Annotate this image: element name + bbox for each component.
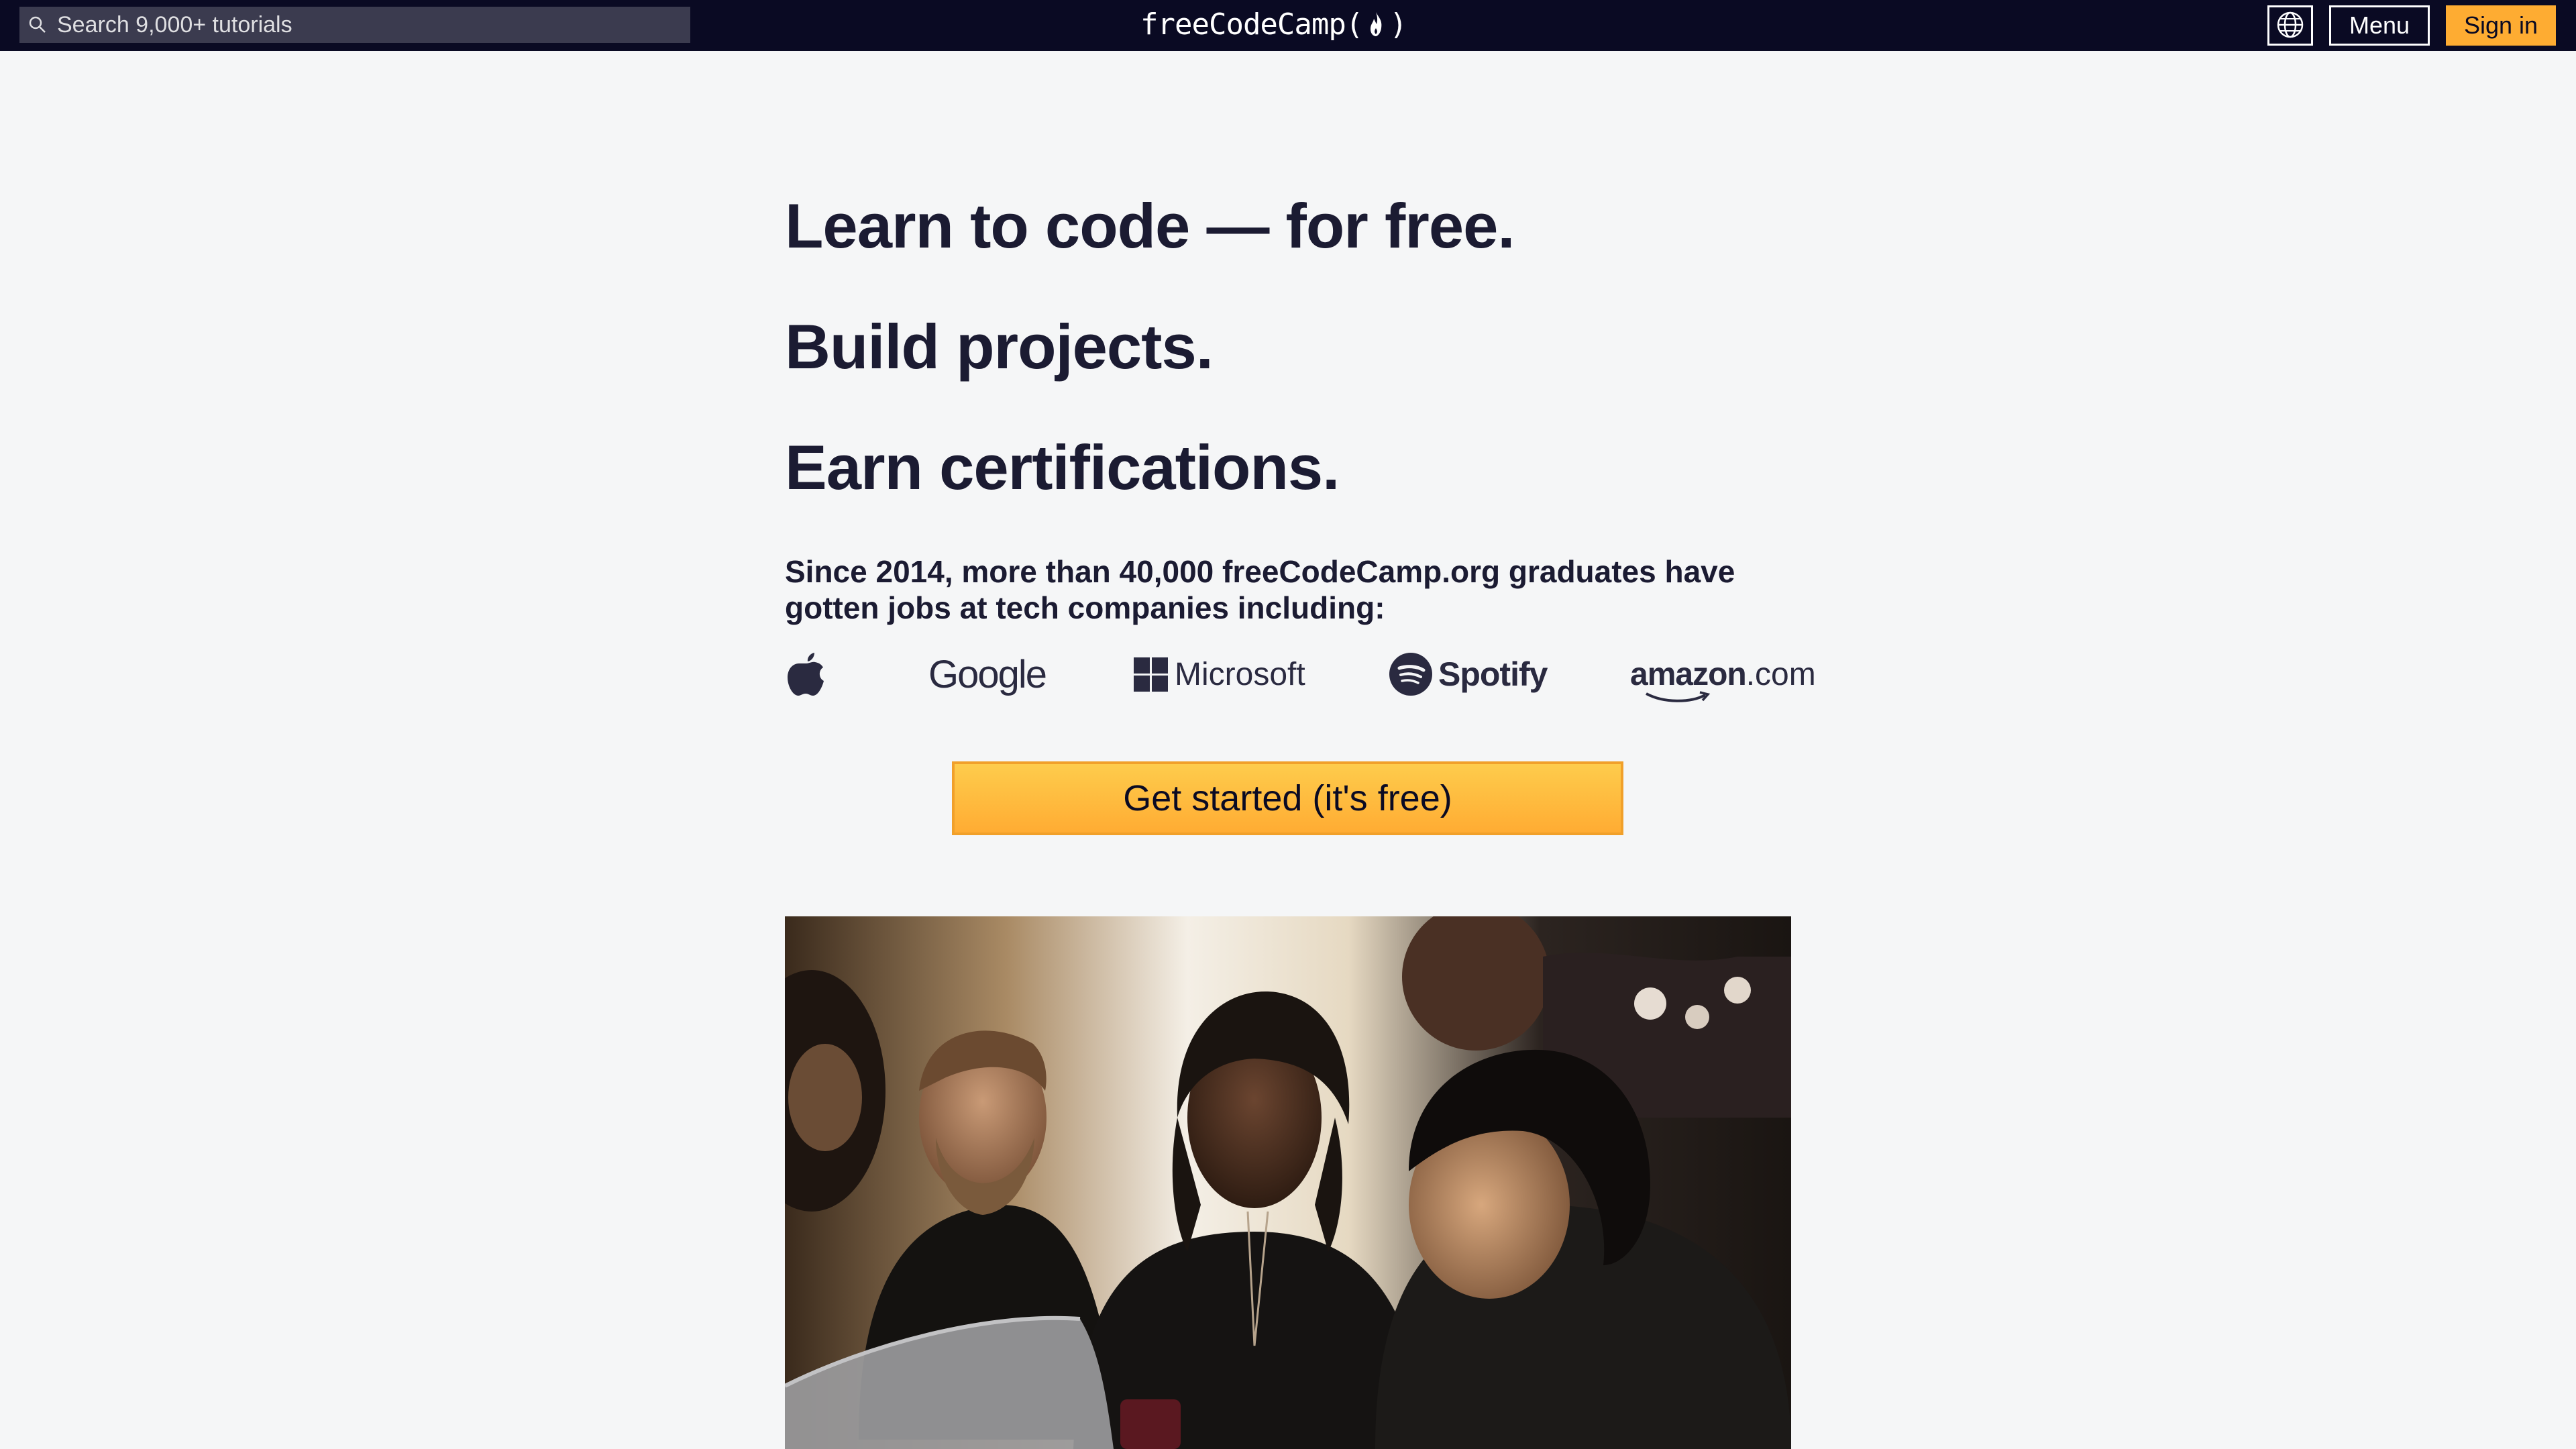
logo-text-suffix: ) [1389,7,1407,42]
microsoft-wordmark: Microsoft [1175,656,1305,692]
hero-heading-build: Build projects. [785,311,1214,382]
spotify-logo: Spotify [1389,647,1548,701]
spotify-icon [1389,653,1432,696]
apple-logo [785,647,832,701]
menu-button[interactable]: Menu [2329,5,2430,46]
freecodecamp-logo[interactable]: freeCodeCamp( ) [1140,4,1407,44]
search-input[interactable] [57,11,661,38]
microsoft-logo: Microsoft [1134,647,1305,701]
language-button[interactable] [2267,5,2313,46]
campers-photo [785,916,1791,1449]
search-bar[interactable] [19,7,690,43]
hero-heading-learn: Learn to code — for free. [785,191,1515,261]
amazon-tld: .com [1746,656,1816,692]
get-started-button[interactable]: Get started (it's free) [952,761,1623,835]
windows-icon [1134,657,1168,692]
company-logos: Google Microsoft Spotify amazon .com [785,647,1816,702]
search-icon [28,15,48,35]
sign-in-button[interactable]: Sign in [2446,5,2556,46]
logo-text-prefix: freeCodeCamp( [1140,7,1363,42]
flame-icon [1365,9,1387,39]
amazon-logo: amazon .com [1630,647,1816,702]
top-nav: freeCodeCamp( ) Menu Sign in [0,0,2576,51]
hero-heading-earn: Earn certifications. [785,432,1340,502]
amazon-wordmark: amazon [1630,656,1747,692]
google-logo: Google [928,652,1047,696]
spotify-wordmark: Spotify [1438,655,1548,693]
globe-icon [2275,10,2305,42]
graduates-text: Since 2014, more than 40,000 freeCodeCam… [785,554,1735,625]
amazon-smile [1646,690,1711,702]
